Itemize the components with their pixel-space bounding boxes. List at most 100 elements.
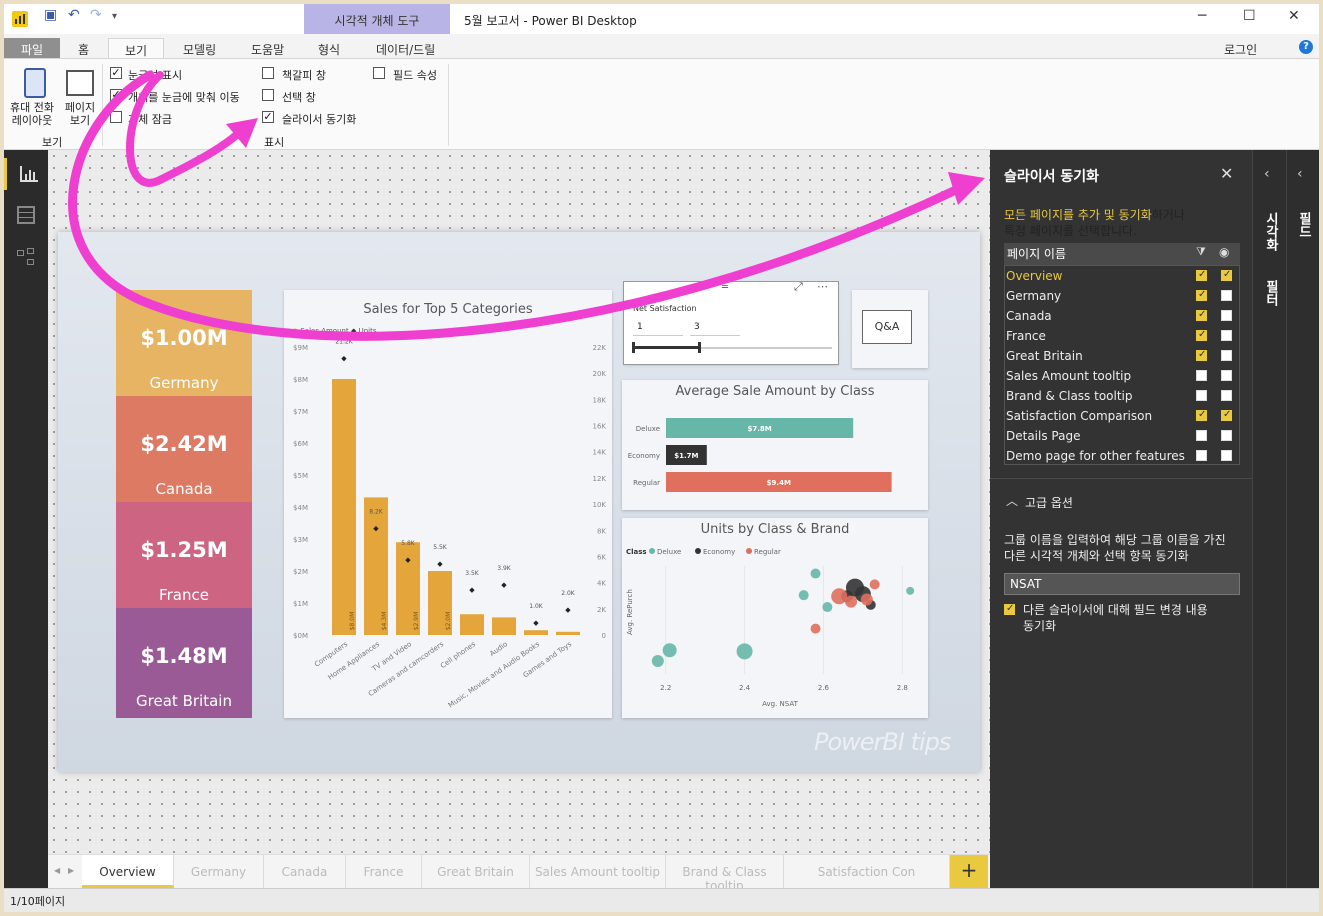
visible-checkbox[interactable] <box>1221 370 1232 381</box>
visible-checkbox[interactable] <box>1221 450 1232 461</box>
selection-checkbox[interactable] <box>262 89 274 101</box>
filters-label[interactable]: 필터 <box>1261 280 1280 306</box>
maximize-icon[interactable]: ☐ <box>1243 8 1256 24</box>
page-tab[interactable]: France <box>346 855 422 888</box>
help-icon[interactable]: ? <box>1299 40 1313 54</box>
page-tab[interactable]: Overview <box>82 855 174 888</box>
sync-page-row[interactable]: Great Britain <box>1006 346 1240 366</box>
advanced-options-header[interactable]: 고급 옵션 <box>1025 494 1073 511</box>
page-view-icon[interactable] <box>66 70 94 96</box>
fields-label[interactable]: 필드 <box>1294 212 1313 238</box>
sync-checkbox[interactable] <box>1196 390 1207 401</box>
kpi-card-great-britain[interactable]: $1.48M Great Britain <box>116 608 252 718</box>
visible-checkbox[interactable] <box>1221 330 1232 341</box>
visible-column-icon[interactable]: ◉ <box>1219 245 1229 259</box>
focus-mode-icon[interactable]: ⤢ <box>794 280 803 294</box>
qna-bubble-icon[interactable]: Q&A <box>862 310 912 344</box>
sync-page-row[interactable]: Brand & Class tooltip <box>1006 386 1240 406</box>
sync-field-changes-checkbox[interactable] <box>1004 603 1015 615</box>
tab-format[interactable]: 형식 <box>318 38 340 60</box>
customize-dropdown-icon[interactable]: ▾ <box>112 11 117 22</box>
legend-title: Class <box>626 548 647 556</box>
page-tab[interactable]: Great Britain <box>422 855 530 888</box>
sync-checkbox[interactable] <box>1196 430 1207 441</box>
y2-tick-label: 22K <box>593 344 607 352</box>
kpi-card-canada[interactable]: $2.42M Canada <box>116 396 252 502</box>
field-properties-checkbox[interactable] <box>373 67 385 79</box>
kpi-card-france[interactable]: $1.25M France <box>116 502 252 608</box>
sync-page-row[interactable]: Canada <box>1006 306 1240 326</box>
sync-all-link[interactable]: 모든 페이지를 추가 및 동기화 <box>1004 208 1152 222</box>
data-view-icon[interactable] <box>17 206 35 224</box>
visible-checkbox[interactable] <box>1221 350 1232 361</box>
kpi-card-germany[interactable]: $1.00M Germany <box>116 290 252 396</box>
undo-icon[interactable]: ↶ <box>68 7 80 23</box>
scroll-right-icon[interactable]: ▶ <box>68 866 74 875</box>
visible-checkbox[interactable] <box>1221 269 1232 281</box>
signin-link[interactable]: 로그인 <box>1224 38 1257 60</box>
tab-modeling[interactable]: 모델링 <box>183 38 216 60</box>
sync-page-row[interactable]: Details Page <box>1006 426 1240 446</box>
tab-help[interactable]: 도움말 <box>251 38 284 60</box>
visible-checkbox[interactable] <box>1221 430 1232 441</box>
scroll-left-icon[interactable]: ◀ <box>54 866 60 875</box>
sync-checkbox[interactable] <box>1196 309 1207 321</box>
lock-checkbox[interactable] <box>110 111 122 123</box>
redo-icon[interactable]: ↷ <box>90 7 102 23</box>
close-window-icon[interactable]: ✕ <box>1288 8 1300 24</box>
page-tab[interactable]: Satisfaction Con <box>784 855 950 888</box>
gridlines-checkbox[interactable]: ✓ <box>110 67 122 79</box>
slicer-handle-max[interactable] <box>698 342 701 353</box>
collapse-fields-icon[interactable]: ‹ <box>1297 166 1303 182</box>
visualizations-label[interactable]: 시각화 <box>1261 212 1280 251</box>
visible-checkbox[interactable] <box>1221 290 1232 301</box>
slicer-drag-icon[interactable]: ═ <box>722 282 728 293</box>
group-name-input[interactable]: NSAT <box>1004 573 1240 595</box>
bookmarks-checkbox[interactable] <box>262 67 274 79</box>
page-tab[interactable]: Canada <box>264 855 346 888</box>
tab-home[interactable]: 홈 <box>78 38 89 60</box>
sync-checkbox[interactable] <box>1196 349 1207 361</box>
sync-checkbox[interactable] <box>1196 409 1207 421</box>
model-view-icon[interactable] <box>17 248 35 266</box>
more-options-icon[interactable]: ⋯ <box>817 280 828 293</box>
sync-checkbox[interactable] <box>1196 329 1207 341</box>
slicer-handle-min[interactable] <box>632 342 635 353</box>
close-pane-icon[interactable]: ✕ <box>1220 164 1233 183</box>
tab-view[interactable]: 보기 <box>108 38 164 60</box>
sync-page-row[interactable]: France <box>1006 326 1240 346</box>
collapse-viz-icon[interactable]: ‹ <box>1264 166 1270 182</box>
slicer-min-input[interactable]: 1 <box>633 320 683 336</box>
sync-column-icon[interactable]: ⧩ <box>1196 245 1206 259</box>
sync-checkbox[interactable] <box>1196 289 1207 301</box>
snap-checkbox[interactable]: ✓ <box>110 89 122 101</box>
sync-checkbox[interactable] <box>1196 269 1207 281</box>
sync-checkbox[interactable] <box>1196 370 1207 381</box>
page-view-button[interactable]: 페이지 보기 <box>62 101 98 127</box>
save-icon[interactable]: ▣ <box>44 7 57 23</box>
sync-page-row[interactable]: Demo page for other features <box>1006 446 1240 466</box>
add-page-button[interactable]: + <box>950 855 988 888</box>
slicer-max-input[interactable]: 3 <box>690 320 740 336</box>
tab-file[interactable]: 파일 <box>4 38 60 60</box>
report-view-icon[interactable] <box>4 158 48 190</box>
phone-layout-icon[interactable] <box>24 68 46 98</box>
visible-checkbox[interactable] <box>1221 409 1232 421</box>
page-tab[interactable]: Germany <box>174 855 264 888</box>
sync-page-row[interactable]: Satisfaction Comparison <box>1006 406 1240 426</box>
sync-page-row[interactable]: Overview <box>1006 266 1240 286</box>
sync-slicers-checkbox[interactable]: ✓ <box>262 111 274 123</box>
page-tab[interactable]: Sales Amount tooltip <box>530 855 666 888</box>
visible-checkbox[interactable] <box>1221 390 1232 401</box>
sync-page-row[interactable]: Sales Amount tooltip <box>1006 366 1240 386</box>
page-count: 1/10페이지 <box>10 895 66 908</box>
minimize-icon[interactable]: ─ <box>1198 8 1206 24</box>
advanced-chevron-icon[interactable]: ︿ <box>1006 492 1018 509</box>
units-point: ◆ <box>373 525 379 533</box>
visible-checkbox[interactable] <box>1221 310 1232 321</box>
sync-checkbox[interactable] <box>1196 450 1207 461</box>
page-tab[interactable]: Brand & Class tooltip <box>666 855 784 893</box>
phone-layout-button[interactable]: 휴대 전화 레이아웃 <box>8 101 56 127</box>
tab-data-drill[interactable]: 데이터/드릴 <box>376 38 435 60</box>
sync-page-row[interactable]: Germany <box>1006 286 1240 306</box>
